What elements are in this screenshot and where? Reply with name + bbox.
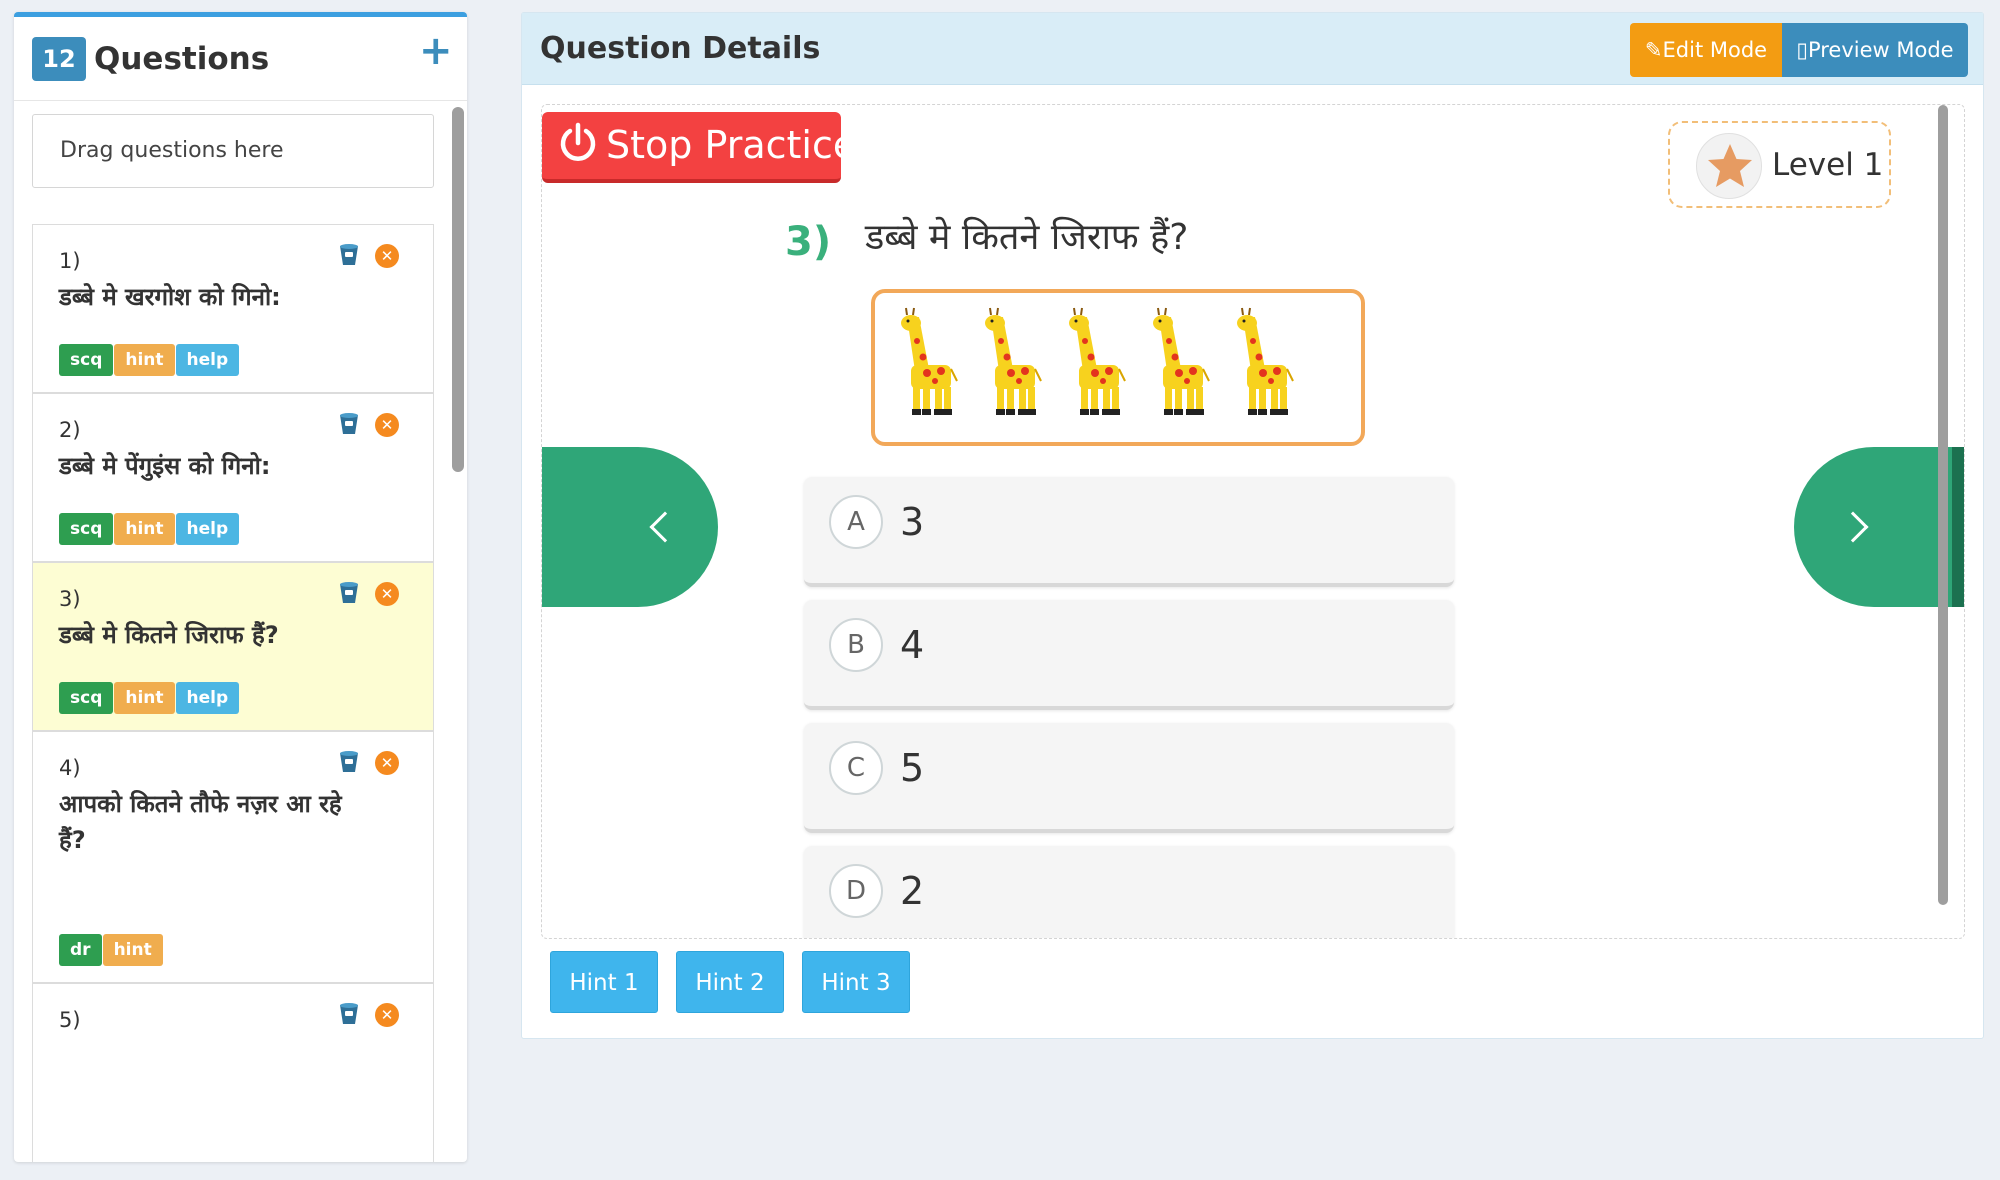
question-tags: dr hint — [59, 934, 164, 966]
tag-hint: hint — [114, 682, 175, 714]
question-list-scrollbar[interactable] — [452, 107, 464, 472]
question-number: 5) — [59, 1008, 81, 1032]
questions-panel-header: 12 Questions + — [14, 17, 467, 101]
giraffe-image — [901, 307, 958, 415]
tag-hint: hint — [114, 513, 175, 545]
giraffe-image — [1153, 307, 1210, 415]
question-details-title: Question Details — [540, 31, 821, 66]
tag-help: help — [175, 682, 240, 714]
practice-area: Stop Practice Level 1 3) डब्बे मे कितने … — [541, 104, 1965, 939]
tag-scq: scq — [59, 682, 114, 714]
tag-scq: scq — [59, 344, 114, 376]
tag-hint: hint — [102, 934, 163, 966]
tag-help: help — [175, 344, 240, 376]
chevron-left-icon — [649, 511, 681, 543]
questions-panel: 12 Questions + Drag questions here 1) डब… — [14, 12, 467, 1162]
stop-practice-label: Stop Practice — [606, 123, 857, 167]
option-value: 2 — [900, 869, 925, 913]
chevron-right-icon — [1837, 511, 1869, 543]
bucket-icon[interactable] — [338, 243, 360, 267]
option-value: 3 — [900, 500, 925, 544]
giraffe-image — [1237, 307, 1294, 415]
question-tags: scq hint help — [59, 344, 240, 376]
tag-scq: scq — [59, 513, 114, 545]
add-question-button[interactable]: + — [419, 31, 453, 71]
level-badge: Level 1 — [1668, 121, 1891, 208]
answer-option-c[interactable]: C 5 — [804, 723, 1454, 833]
question-item-4[interactable]: 4) आपको कितने तौफे नज़र आ रहे हैं? ✕ dr h… — [32, 731, 434, 983]
question-details-header: Question Details ✎Edit Mode ▯Preview Mod… — [522, 13, 1983, 85]
bucket-icon[interactable] — [338, 750, 360, 774]
question-text: आपको कितने तौफे नज़र आ रहे हैं? — [59, 790, 342, 854]
question-number: 4) — [59, 756, 81, 780]
remove-icon[interactable]: ✕ — [375, 582, 399, 606]
hint-1-button[interactable]: Hint 1 — [550, 951, 658, 1013]
hint-3-button[interactable]: Hint 3 — [802, 951, 910, 1013]
option-letter: A — [829, 495, 883, 549]
edit-mode-button[interactable]: ✎Edit Mode — [1630, 23, 1782, 77]
question-image — [871, 289, 1365, 446]
bucket-icon[interactable] — [338, 412, 360, 436]
bucket-icon[interactable] — [338, 581, 360, 605]
question-item-2[interactable]: 2) डब्बे मे पेंगुइंस को गिनो: ✕ scq hint h… — [32, 393, 434, 562]
question-item-1[interactable]: 1) डब्बे मे खरगोश को गिनो: ✕ scq hint help — [32, 224, 434, 393]
question-text: डब्बे मे खरगोश को गिनो: — [59, 283, 281, 311]
previous-question-button[interactable] — [542, 447, 718, 607]
question-tags: scq hint help — [59, 513, 240, 545]
giraffe-image — [985, 307, 1042, 415]
level-label: Level 1 — [1772, 147, 1884, 183]
question-tags: scq hint help — [59, 682, 240, 714]
remove-icon[interactable]: ✕ — [375, 751, 399, 775]
edit-icon: ✎ — [1644, 38, 1663, 62]
question-item-3[interactable]: 3) डब्बे मे कितने जिराफ हैं? ✕ scq hint he… — [32, 562, 434, 731]
question-number: 2) — [59, 418, 81, 442]
remove-icon[interactable]: ✕ — [375, 413, 399, 437]
question-list: 1) डब्बे मे खरगोश को गिनो: ✕ scq hint help… — [32, 224, 434, 1162]
remove-icon[interactable]: ✕ — [375, 244, 399, 268]
answer-option-a[interactable]: A 3 — [804, 477, 1454, 587]
tag-hint: hint — [114, 344, 175, 376]
giraffe-image — [1069, 307, 1126, 415]
question-text: डब्बे मे पेंगुइंस को गिनो: — [59, 452, 271, 480]
option-value: 4 — [900, 623, 925, 667]
question-count-badge: 12 — [32, 37, 86, 81]
questions-panel-title: Questions — [94, 41, 270, 77]
current-question-text: डब्बे मे कितने जिराफ हैं? — [865, 217, 1189, 258]
drag-drop-zone[interactable]: Drag questions here — [32, 114, 434, 188]
remove-icon[interactable]: ✕ — [375, 1003, 399, 1027]
tag-help: help — [175, 513, 240, 545]
mobile-icon: ▯ — [1796, 38, 1808, 62]
edit-mode-label: Edit Mode — [1662, 38, 1768, 62]
preview-mode-label: Preview Mode — [1807, 38, 1954, 62]
stop-practice-button[interactable]: Stop Practice — [542, 112, 856, 183]
question-number: 1) — [59, 249, 81, 273]
option-letter: B — [829, 618, 883, 672]
answer-option-d[interactable]: D 2 — [804, 846, 1454, 938]
bucket-icon[interactable] — [338, 1002, 360, 1026]
power-icon — [560, 122, 596, 161]
current-question-number: 3) — [785, 219, 832, 265]
question-number: 3) — [59, 587, 81, 611]
option-letter: C — [829, 741, 883, 795]
preview-mode-button[interactable]: ▯Preview Mode — [1782, 23, 1968, 77]
option-value: 5 — [900, 746, 925, 790]
question-item-5[interactable]: 5) ✕ — [32, 983, 434, 1162]
practice-area-scrollbar[interactable] — [1938, 105, 1948, 905]
tag-dr: dr — [59, 934, 102, 966]
option-letter: D — [829, 864, 883, 918]
question-details-panel: Question Details ✎Edit Mode ▯Preview Mod… — [521, 12, 1984, 1039]
answer-option-b[interactable]: B 4 — [804, 600, 1454, 710]
star-icon — [1708, 144, 1752, 187]
question-text: डब्बे मे कितने जिराफ हैं? — [59, 621, 279, 649]
level-star-holder — [1696, 133, 1762, 199]
hint-2-button[interactable]: Hint 2 — [676, 951, 784, 1013]
